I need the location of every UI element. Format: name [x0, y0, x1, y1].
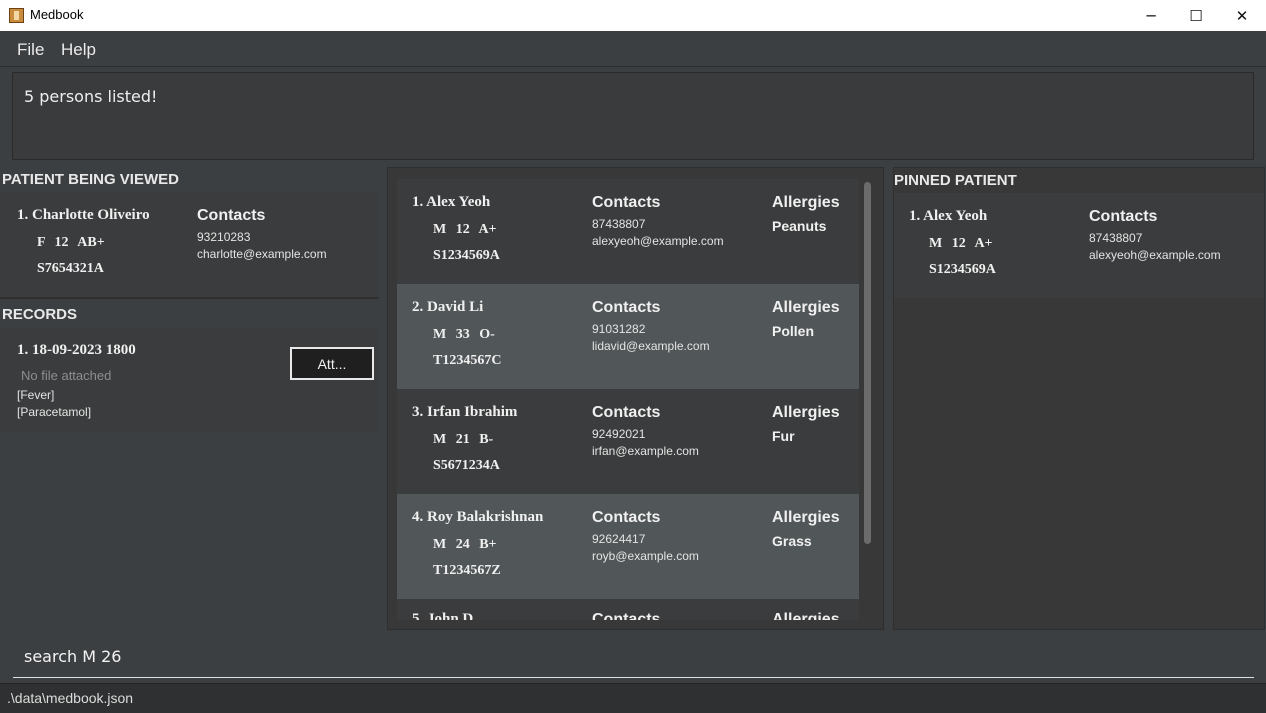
patient-list-viewport: 1. Alex Yeoh M 12 A+ S1234569A Contacts …: [388, 168, 862, 620]
allergies-label: Allergies: [772, 194, 840, 211]
list-scrollbar-thumb[interactable]: [864, 182, 871, 544]
command-box-container: [0, 632, 1266, 682]
window-title: Medbook: [30, 7, 84, 22]
patient-name: 3. Irfan Ibrahim: [412, 404, 518, 420]
pinned-phone: 87438807: [1089, 231, 1143, 245]
record-card[interactable]: 1. 18-09-2023 1800 No file attached Att.…: [0, 327, 379, 432]
contacts-label: Contacts: [592, 194, 661, 211]
patient-name: 2. David Li: [412, 299, 484, 315]
viewed-contacts-label: Contacts: [197, 207, 266, 224]
pinned-title: PINNED PATIENT: [894, 172, 1017, 189]
status-file-path: .\data\medbook.json: [7, 690, 134, 706]
patient-card[interactable]: 3. Irfan Ibrahim M 21 B- S5671234A Conta…: [397, 389, 859, 494]
patient-ic: S5671234A: [433, 458, 500, 473]
patient-card[interactable]: 2. David Li M 33 O- T1234567C Contacts 9…: [397, 284, 859, 389]
pinned-patient-card[interactable]: 1. Alex Yeoh M 12 A+ S1234569A Contacts …: [894, 193, 1264, 298]
patient-email: irfan@example.com: [592, 444, 699, 458]
contacts-label: Contacts: [592, 404, 661, 421]
patient-tags: M 24 B+: [433, 537, 497, 552]
patient-allergy: Fur: [772, 428, 795, 444]
patient-phone: 92492021: [592, 427, 646, 441]
viewed-patient-card[interactable]: 1. Charlotte Oliveiro F 12 AB+ S7654321A…: [0, 192, 379, 297]
patient-phone: 91031282: [592, 322, 646, 336]
patient-allergy: Grass: [772, 533, 812, 549]
pinned-email: alexyeoh@example.com: [1089, 248, 1221, 262]
patient-viewed-title: PATIENT BEING VIEWED: [2, 171, 179, 188]
allergies-label: Allergies: [772, 611, 840, 620]
pinned-patient-tags: M 12 A+: [929, 236, 993, 251]
record-medications: [Paracetamol]: [17, 405, 92, 419]
menu-help[interactable]: Help: [61, 40, 96, 60]
maximize-button[interactable]: ☐: [1173, 0, 1219, 31]
pinned-contacts-label: Contacts: [1089, 208, 1158, 225]
result-display[interactable]: 5 persons listed!: [12, 72, 1254, 160]
contacts-label: Contacts: [592, 509, 661, 526]
patient-email: royb@example.com: [592, 549, 699, 563]
contacts-label: Contacts: [592, 611, 661, 620]
patient-ic: T1234567Z: [433, 563, 501, 578]
left-panel: PATIENT BEING VIEWED 1. Charlotte Olivei…: [0, 167, 379, 630]
pinned-panel: PINNED PATIENT 1. Alex Yeoh M 12 A+ S123…: [893, 167, 1265, 630]
minimize-button[interactable]: ─: [1128, 0, 1174, 31]
patient-tags: M 21 B-: [433, 432, 494, 447]
record-conditions: [Fever]: [17, 388, 55, 402]
patient-card[interactable]: 1. Alex Yeoh M 12 A+ S1234569A Contacts …: [397, 179, 859, 284]
viewed-phone: 93210283: [197, 230, 251, 244]
patient-tags: M 12 A+: [433, 222, 497, 237]
patient-ic: T1234567C: [433, 353, 502, 368]
close-button[interactable]: ✕: [1219, 0, 1265, 31]
viewed-email: charlotte@example.com: [197, 247, 327, 261]
allergies-label: Allergies: [772, 509, 840, 526]
contacts-label: Contacts: [592, 299, 661, 316]
viewed-patient-name: 1. Charlotte Oliveiro: [17, 207, 150, 223]
patient-list-panel[interactable]: 1. Alex Yeoh M 12 A+ S1234569A Contacts …: [387, 167, 884, 630]
patient-phone: 92624417: [592, 532, 646, 546]
title-bar: Medbook ─ ☐ ✕: [0, 0, 1266, 31]
viewed-patient-tags: F 12 AB+: [37, 235, 105, 250]
patient-name: 1. Alex Yeoh: [412, 194, 491, 210]
patient-email: alexyeoh@example.com: [592, 234, 724, 248]
patient-email: lidavid@example.com: [592, 339, 710, 353]
menu-file[interactable]: File: [17, 40, 44, 60]
patient-allergy: Pollen: [772, 323, 815, 339]
result-display-container: 5 persons listed!: [0, 67, 1266, 165]
attach-button[interactable]: Att...: [290, 347, 374, 380]
allergies-label: Allergies: [772, 404, 840, 421]
pinned-patient-name: 1. Alex Yeoh: [909, 208, 988, 224]
patient-tags: M 33 O-: [433, 327, 495, 342]
pinned-patient-ic: S1234569A: [929, 262, 996, 277]
menu-bar: File Help: [0, 31, 1266, 67]
record-file-status: No file attached: [21, 368, 112, 383]
records-title: RECORDS: [2, 306, 78, 323]
status-bar: .\data\medbook.json: [0, 683, 1266, 713]
result-message: 5 persons listed!: [24, 87, 158, 106]
patient-name: 5. John D: [412, 611, 474, 620]
record-title: 1. 18-09-2023 1800: [17, 342, 136, 358]
patient-card[interactable]: 5. John D Contacts Allergies: [397, 599, 859, 620]
patient-phone: 87438807: [592, 217, 646, 231]
patient-card[interactable]: 4. Roy Balakrishnan M 24 B+ T1234567Z Co…: [397, 494, 859, 599]
patient-name: 4. Roy Balakrishnan: [412, 509, 544, 525]
app-icon: [9, 8, 24, 23]
divider: [0, 297, 379, 299]
allergies-label: Allergies: [772, 299, 840, 316]
command-input[interactable]: [13, 636, 1254, 678]
patient-ic: S1234569A: [433, 248, 500, 263]
viewed-patient-ic: S7654321A: [37, 261, 104, 276]
patient-allergy: Peanuts: [772, 218, 827, 234]
